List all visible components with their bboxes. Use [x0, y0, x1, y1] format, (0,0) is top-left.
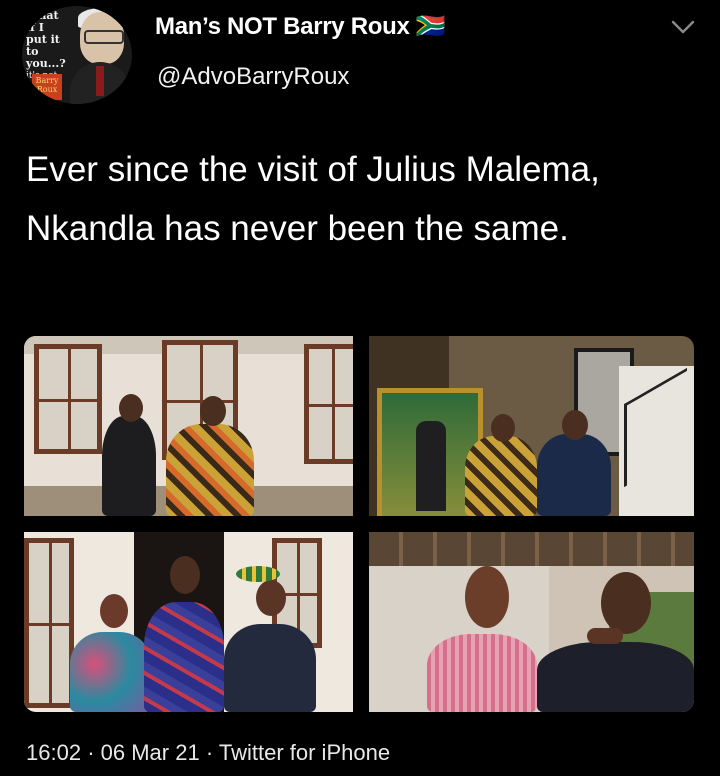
person-patterned-shirt — [144, 602, 224, 712]
person-navy-jacket — [537, 434, 611, 516]
media-grid — [24, 336, 694, 712]
person-head — [491, 414, 515, 442]
avatar-logo: Barry Roux — [32, 74, 62, 100]
window — [304, 344, 353, 464]
person-black-shirt — [102, 416, 156, 516]
window — [34, 344, 102, 454]
user-handle[interactable]: @AdvoBarryRoux — [157, 63, 349, 91]
avatar-caption: What if I put it to you...? it's not — [26, 10, 76, 82]
person-dark-jacket — [224, 624, 316, 712]
tweet-meta: 16:02 · 06 Mar 21 · Twitter for iPhone — [26, 740, 390, 766]
photo-indoor-portrait-hall[interactable] — [369, 336, 694, 516]
photo-handshake-outdoors[interactable] — [24, 336, 353, 516]
chevron-down-icon[interactable] — [668, 14, 698, 40]
tweet-date[interactable]: 06 Mar 21 — [101, 740, 200, 765]
person-head — [256, 580, 286, 616]
pointing-hand — [587, 628, 623, 644]
tweet-time[interactable]: 16:02 — [26, 740, 81, 765]
photo-group-three-people[interactable] — [24, 532, 353, 712]
person-head — [465, 566, 509, 628]
person-head — [119, 394, 143, 422]
person-patterned-shirt — [465, 436, 537, 516]
headscarf — [236, 566, 280, 582]
window — [24, 538, 74, 708]
meta-separator: · — [87, 740, 95, 765]
avatar[interactable]: What if I put it to you...? it's not Bar… — [22, 6, 132, 104]
person-head — [200, 396, 226, 426]
person-head — [100, 594, 128, 628]
person-dark-jacket — [537, 642, 694, 712]
display-name[interactable]: Man’s NOT Barry Roux 🇿🇦 — [155, 12, 446, 41]
avatar-glasses — [84, 30, 124, 44]
portrait-figure — [416, 421, 446, 511]
person-pink-shirt — [427, 634, 537, 712]
person-tie-dye-top — [70, 632, 152, 712]
person-patterned-shirt — [166, 424, 254, 516]
person-head — [170, 556, 200, 594]
tweet-source[interactable]: Twitter for iPhone — [219, 740, 390, 765]
tweet-text: Ever since the visit of Julius Malema, N… — [26, 150, 600, 248]
person-head — [562, 410, 588, 440]
avatar-caption-line: to you...? — [26, 45, 66, 70]
avatar-tie — [96, 66, 104, 96]
meta-separator: · — [205, 740, 214, 765]
person-head — [601, 572, 651, 634]
photo-two-men-conversation[interactable] — [369, 532, 694, 712]
wooden-ceiling — [369, 532, 694, 566]
